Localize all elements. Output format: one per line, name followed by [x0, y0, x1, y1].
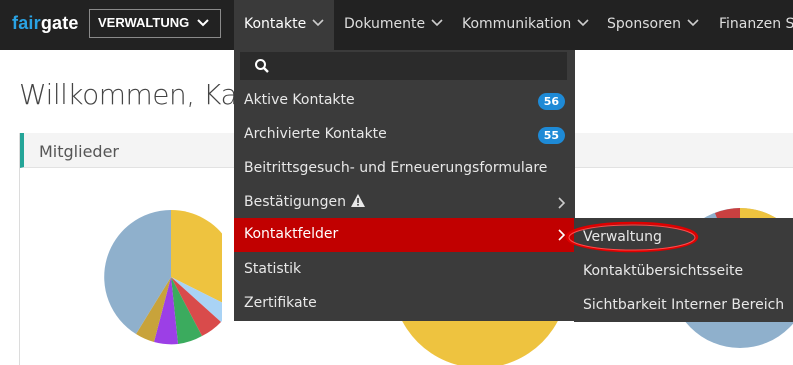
menu-item-label: Beitrittsgesuch- und Erneuerungsformular…	[244, 160, 548, 176]
chevron-down-icon	[197, 19, 209, 27]
nav-item-sponsoren[interactable]: Sponsoren	[607, 0, 699, 50]
kontakte-dropdown-menu: Aktive Kontakte 56 Archivierte Kontakte …	[234, 50, 575, 321]
nav-item-label: Finanzen Si	[719, 16, 793, 32]
highlight-annotation-ring	[565, 221, 699, 253]
menu-item-archivierte-kontakte[interactable]: Archivierte Kontakte 55	[234, 118, 575, 152]
chevron-down-icon	[577, 19, 589, 27]
menu-item-label: Zertifikate	[244, 295, 317, 311]
menu-item-bestaetigungen[interactable]: Bestätigungen	[234, 186, 575, 220]
submenu-item-sichtbarkeit[interactable]: Sichtbarkeit Interner Bereich	[583, 297, 784, 313]
menu-item-label: Archivierte Kontakte	[244, 126, 387, 142]
warning-icon	[350, 194, 365, 207]
nav-item-dokumente[interactable]: Dokumente	[344, 0, 443, 50]
menu-item-label: Aktive Kontakte	[244, 92, 355, 108]
menu-item-label: Statistik	[244, 261, 302, 277]
nav-item-label: Kommunikation	[462, 16, 572, 32]
menu-item-beitrittsgesuch[interactable]: Beitrittsgesuch- und Erneuerungsformular…	[234, 152, 575, 186]
logo-prefix: fair	[12, 13, 41, 33]
search-icon	[255, 59, 269, 73]
context-selector[interactable]: VERWALTUNG	[89, 9, 221, 38]
chevron-down-icon	[312, 19, 324, 27]
menu-item-statistik[interactable]: Statistik	[234, 253, 575, 287]
chevron-right-icon	[558, 197, 565, 209]
submenu-item-kontaktuebersichtsseite[interactable]: Kontaktübersichtsseite	[583, 263, 743, 279]
nav-item-label: Kontakte	[244, 16, 307, 32]
nav-item-finanzen[interactable]: Finanzen Si	[719, 0, 793, 50]
nav-item-kontakte[interactable]: Kontakte	[234, 0, 334, 50]
menu-item-kontaktfelder[interactable]: Kontaktfelder	[234, 218, 575, 252]
chevron-down-icon	[431, 19, 443, 27]
count-badge: 55	[537, 127, 565, 144]
nav-item-kommunikation[interactable]: Kommunikation	[462, 0, 589, 50]
menu-item-label: Kontaktfelder	[244, 226, 339, 242]
nav-item-label: Dokumente	[344, 16, 426, 32]
chevron-down-icon	[687, 19, 699, 27]
count-badge: 56	[537, 93, 565, 110]
nav-item-label: Sponsoren	[607, 16, 682, 32]
top-navigation-bar: fairgate VERWALTUNG Kontakte Dokumente K…	[0, 0, 793, 50]
fairgate-logo[interactable]: fairgate	[12, 13, 79, 34]
menu-item-aktive-kontakte[interactable]: Aktive Kontakte 56	[234, 84, 575, 118]
menu-item-label: Bestätigungen	[244, 194, 346, 210]
menu-item-zertifikate[interactable]: Zertifikate	[234, 287, 575, 321]
context-selector-label: VERWALTUNG	[98, 15, 190, 30]
logo-suffix: gate	[40, 13, 79, 33]
members-pie-chart	[104, 209, 222, 345]
menu-search-input[interactable]	[240, 52, 567, 80]
panel-title: Mitglieder	[39, 142, 119, 161]
page-title: Willkommen, Kare	[19, 78, 265, 111]
